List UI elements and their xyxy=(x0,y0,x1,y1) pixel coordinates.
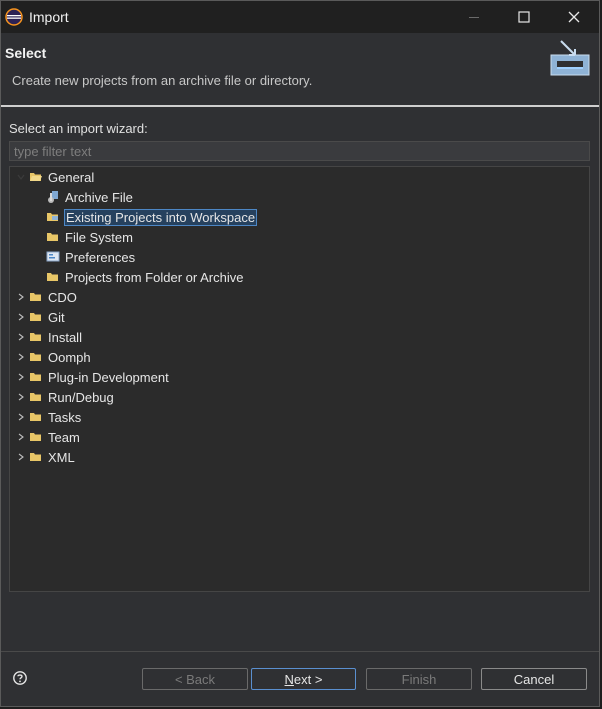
tree-item-label: Plug-in Development xyxy=(48,369,169,385)
chevron-right-icon[interactable] xyxy=(14,287,28,307)
tree-item-label: Git xyxy=(48,309,65,325)
open-folder-icon xyxy=(28,169,44,185)
folder-icon xyxy=(28,309,44,325)
maximize-icon xyxy=(518,11,530,23)
chevron-right-icon[interactable] xyxy=(14,407,28,427)
tree-item-label: XML xyxy=(48,449,75,465)
tree-item-install[interactable]: Install xyxy=(14,327,83,347)
next-label: ext > xyxy=(293,671,323,687)
tree-item-existing-projects[interactable]: Existing Projects into Workspace xyxy=(45,207,258,227)
tree-item-oomph[interactable]: Oomph xyxy=(14,347,92,367)
folder-icon xyxy=(45,229,61,245)
finish-button[interactable]: Finish xyxy=(366,668,472,690)
tree-item-label: CDO xyxy=(48,289,77,305)
tree-item-team[interactable]: Team xyxy=(14,427,81,447)
chevron-right-icon[interactable] xyxy=(14,427,28,447)
tree-item-label: Preferences xyxy=(65,249,136,265)
tree-item-file-system[interactable]: File System xyxy=(45,227,134,247)
folder-icon xyxy=(28,409,44,425)
tree-item-label: Tasks xyxy=(48,409,82,425)
folder-icon xyxy=(28,449,44,465)
tree-item-xml[interactable]: XML xyxy=(14,447,76,467)
tree-item-archive-file[interactable]: Archive File xyxy=(45,187,134,207)
minimize-button[interactable] xyxy=(449,1,499,33)
folder-icon xyxy=(28,369,44,385)
chevron-right-icon[interactable] xyxy=(14,447,28,467)
folder-icon xyxy=(28,429,44,445)
preferences-icon xyxy=(45,249,61,265)
import-wizard-icon xyxy=(547,39,595,79)
wizard-list-label: Select an import wizard: xyxy=(9,121,148,136)
tree-item-tasks[interactable]: Tasks xyxy=(14,407,82,427)
filter-input[interactable] xyxy=(9,141,590,161)
footer-separator xyxy=(1,651,599,652)
next-mnemonic: N xyxy=(284,671,294,687)
tree-item-run-debug[interactable]: Run/Debug xyxy=(14,387,115,407)
tree-item-plugin-development[interactable]: Plug-in Development xyxy=(14,367,170,387)
import-dialog: Import Select Create new projects from a… xyxy=(0,0,600,707)
close-button[interactable] xyxy=(549,1,599,33)
cancel-button[interactable]: Cancel xyxy=(481,668,587,690)
chevron-right-icon[interactable] xyxy=(14,387,28,407)
banner-separator xyxy=(1,105,599,107)
chevron-right-icon[interactable] xyxy=(14,367,28,387)
help-icon[interactable] xyxy=(13,671,27,685)
tree-item-label: Projects from Folder or Archive xyxy=(65,269,244,285)
tree-item-preferences[interactable]: Preferences xyxy=(45,247,136,267)
chevron-right-icon[interactable] xyxy=(14,327,28,347)
minimize-icon xyxy=(469,17,479,18)
chevron-down-icon[interactable] xyxy=(14,167,28,187)
banner-description: Create new projects from an archive file… xyxy=(12,73,313,88)
tree-item-label: Archive File xyxy=(65,189,133,205)
tree-item-label: Run/Debug xyxy=(48,389,114,405)
tree-item-label: File System xyxy=(65,229,133,245)
folder-icon xyxy=(45,269,61,285)
tree-item-label: General xyxy=(48,169,95,185)
folder-icon xyxy=(28,389,44,405)
folder-icon xyxy=(28,329,44,345)
tree-item-label: Existing Projects into Workspace xyxy=(64,208,258,226)
tree-item-general[interactable]: General xyxy=(14,167,95,187)
title-bar[interactable]: Import xyxy=(1,1,599,33)
close-icon xyxy=(568,11,580,23)
tree-item-projects-from-folder[interactable]: Projects from Folder or Archive xyxy=(45,267,244,287)
projects-icon xyxy=(45,209,61,225)
wizard-tree[interactable]: General Archive File Existing Projects i… xyxy=(9,166,590,592)
back-button[interactable]: < Back xyxy=(142,668,248,690)
eclipse-icon xyxy=(5,8,23,26)
tree-item-cdo[interactable]: CDO xyxy=(14,287,78,307)
folder-icon xyxy=(28,349,44,365)
chevron-right-icon[interactable] xyxy=(14,347,28,367)
folder-icon xyxy=(28,289,44,305)
tree-item-label: Oomph xyxy=(48,349,91,365)
tree-item-git[interactable]: Git xyxy=(14,307,66,327)
tree-item-label: Install xyxy=(48,329,82,345)
maximize-button[interactable] xyxy=(499,1,549,33)
chevron-right-icon[interactable] xyxy=(14,307,28,327)
archive-icon xyxy=(45,189,61,205)
wizard-banner: Select Create new projects from an archi… xyxy=(1,33,599,105)
banner-title: Select xyxy=(5,45,47,61)
tree-item-label: Team xyxy=(48,429,80,445)
next-button[interactable]: Next > xyxy=(251,668,356,690)
window-title: Import xyxy=(29,9,69,25)
